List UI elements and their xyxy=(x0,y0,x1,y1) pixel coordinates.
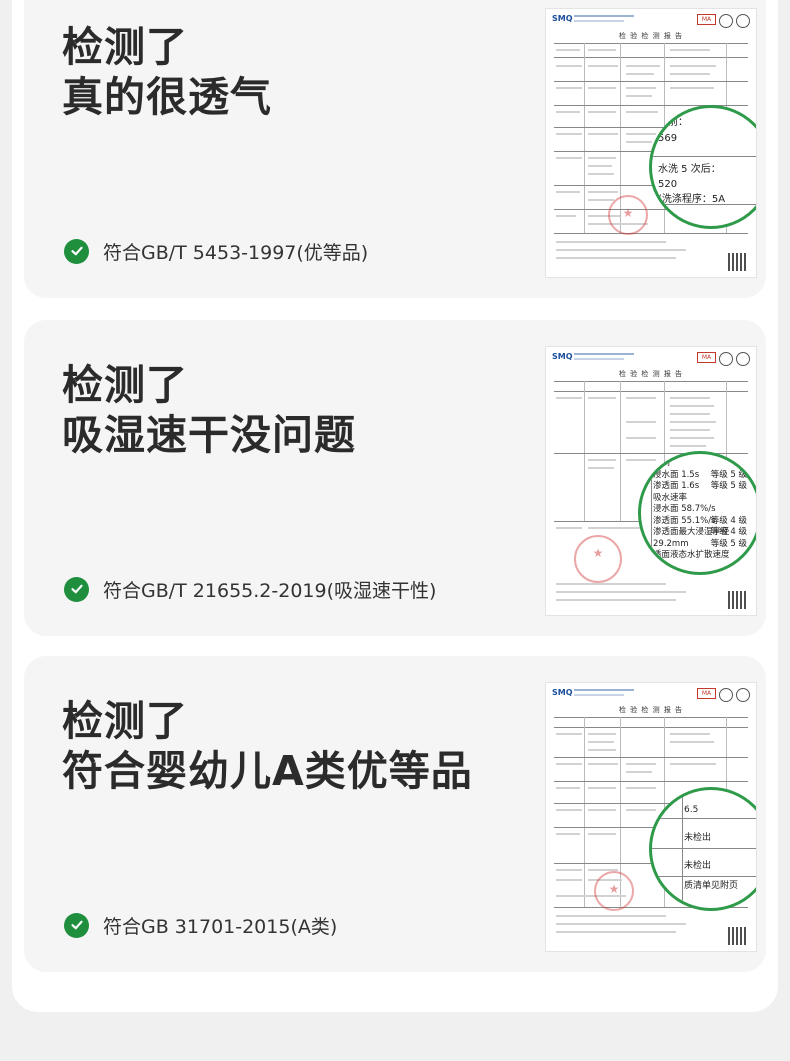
heading-line-1: 检测了 xyxy=(62,697,188,745)
ma-certification-logo: MA xyxy=(697,352,716,363)
wash-after-value: 520 xyxy=(658,179,678,190)
ilac-logo xyxy=(736,14,750,28)
appendix-note: 质清单见附页 xyxy=(684,881,739,891)
report-header: SMQ MA xyxy=(552,352,750,366)
absorption-rate-label: 吸水速率 xyxy=(653,492,688,503)
grade-label: 等级 5 级 xyxy=(710,469,747,480)
standard-text: 符合GB/T 21655.2-2019(吸湿速干性) xyxy=(103,579,437,602)
card-heading: 检测了 吸湿速干没问题 xyxy=(62,360,356,460)
heading-line-1: 检测了 xyxy=(62,23,188,71)
smq-logo: SMQ xyxy=(552,14,573,23)
wash-before-label: 洗前： xyxy=(658,117,688,128)
card-heading: 检测了 符合婴幼儿A类优等品 xyxy=(62,696,473,796)
wetting-radius-value: 29.2mm xyxy=(653,538,689,549)
wash-before-value: 569 xyxy=(658,133,678,144)
immersion-time: 浸水面 1.5s xyxy=(653,469,700,480)
not-detected-1: 未检出 xyxy=(684,833,712,843)
grade-label: 等级 5 级 xyxy=(710,481,747,491)
test-card-moisture-wicking: 检测了 吸湿速干没问题 符合GB/T 21655.2-2019(吸湿速干性) S… xyxy=(24,320,766,636)
report-title: 检 验 检 测 报 告 xyxy=(618,32,684,40)
ilac-logo xyxy=(736,352,750,366)
test-card-breathability: 检测了 真的很透气 符合GB/T 5453-1997(优等品) SMQ MA 检… xyxy=(24,0,766,298)
magnifier-zoom: 6.5 未检出 未检出 质清单见附页 xyxy=(649,787,756,911)
report-title: 检 验 检 测 报 告 xyxy=(618,370,684,378)
report-header: SMQ MA xyxy=(552,688,750,702)
check-circle-icon xyxy=(64,912,89,938)
heading-line-2: 吸湿速干没问题 xyxy=(62,411,356,459)
cnas-logo xyxy=(719,352,733,366)
test-report-document: SMQ MA 检 验 检 测 报 告 xyxy=(545,8,757,278)
ilac-logo xyxy=(736,688,750,702)
ph-value: 6.5 xyxy=(684,805,699,815)
check-circle-icon xyxy=(64,238,89,264)
smq-logo: SMQ xyxy=(552,688,573,697)
immersion-rate: 浸水面 58.7%/s xyxy=(653,504,716,514)
standard-row: 符合GB 31701-2015(A类) xyxy=(64,910,337,940)
qr-code xyxy=(728,253,746,271)
test-report-document: SMQ MA 检 验 检 测 报 告 xyxy=(545,346,757,616)
standard-text: 符合GB 31701-2015(A类) xyxy=(103,915,338,938)
card-heading: 检测了 真的很透气 xyxy=(62,22,272,122)
heading-line-2: 真的很透气 xyxy=(62,73,272,121)
test-report-document: SMQ MA 检 验 检 测 报 告 xyxy=(545,682,757,952)
standard-row: 符合GB/T 21655.2-2019(吸湿速干性) xyxy=(64,574,436,604)
check-circle-icon xyxy=(64,576,89,602)
not-detected-2: 未检出 xyxy=(684,861,712,871)
wash-after-label: 水洗 5 次后： xyxy=(658,164,721,175)
time-label: 时间 xyxy=(653,458,671,468)
diffusion-speed-label: 透面液态水扩散速度 xyxy=(653,550,730,560)
standard-row: 符合GB/T 5453-1997(优等品) xyxy=(64,236,368,266)
ma-certification-logo: MA xyxy=(697,688,716,699)
permeation-rate: 渗透面 55.1%/s xyxy=(653,515,716,526)
magnifier-zoom: 时间 浸水面 1.5s 等级 5 级 渗透面 1.6s 等级 5 级 吸水速率 浸水… xyxy=(638,451,756,575)
ma-certification-logo: MA xyxy=(697,14,716,25)
grade-label: 等级 4 级 xyxy=(710,515,747,526)
wash-program-note: (洗涤程序：5A xyxy=(658,194,726,205)
report-header: SMQ MA xyxy=(552,14,750,28)
standard-text: 符合GB/T 5453-1997(优等品) xyxy=(103,241,369,264)
grade-label: 等级 5 级 xyxy=(710,538,747,549)
heading-line-2: 符合婴幼儿A类优等品 xyxy=(62,747,473,795)
qr-code xyxy=(728,591,746,609)
cnas-logo xyxy=(719,688,733,702)
qr-code xyxy=(728,927,746,945)
magnifier-zoom: 洗前： 569 水洗 5 次后： 520 (洗涤程序：5A xyxy=(649,105,756,229)
heading-line-1: 检测了 xyxy=(62,361,188,409)
red-seal-stamp xyxy=(594,871,634,911)
red-seal-stamp xyxy=(574,535,622,583)
permeation-time: 渗透面 1.6s xyxy=(653,481,700,491)
test-card-infant-class-a: 检测了 符合婴幼儿A类优等品 符合GB 31701-2015(A类) SMQ M… xyxy=(24,656,766,972)
red-seal-stamp xyxy=(608,195,648,235)
cnas-logo xyxy=(719,14,733,28)
report-title: 检 验 检 测 报 告 xyxy=(618,706,684,714)
smq-logo: SMQ xyxy=(552,352,573,361)
